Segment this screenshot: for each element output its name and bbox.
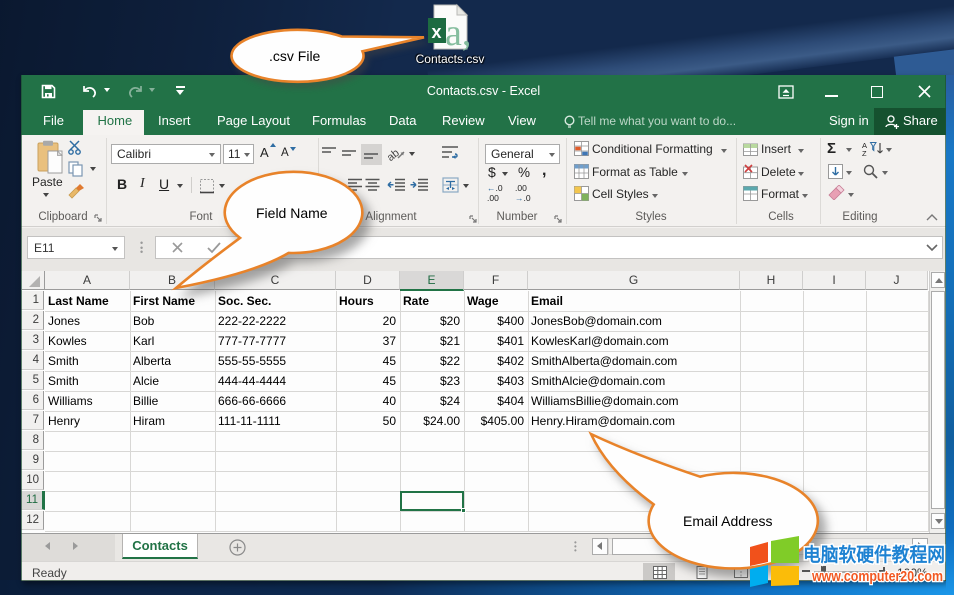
svg-text:www.computer20.com: www.computer20.com (811, 568, 943, 585)
svg-text:Z: Z (862, 149, 867, 156)
svg-text:电脑软硬件教程网: 电脑软硬件教程网 (803, 543, 945, 566)
svg-text:a,: a, (445, 12, 471, 52)
svg-text:ab: ab (388, 147, 402, 163)
